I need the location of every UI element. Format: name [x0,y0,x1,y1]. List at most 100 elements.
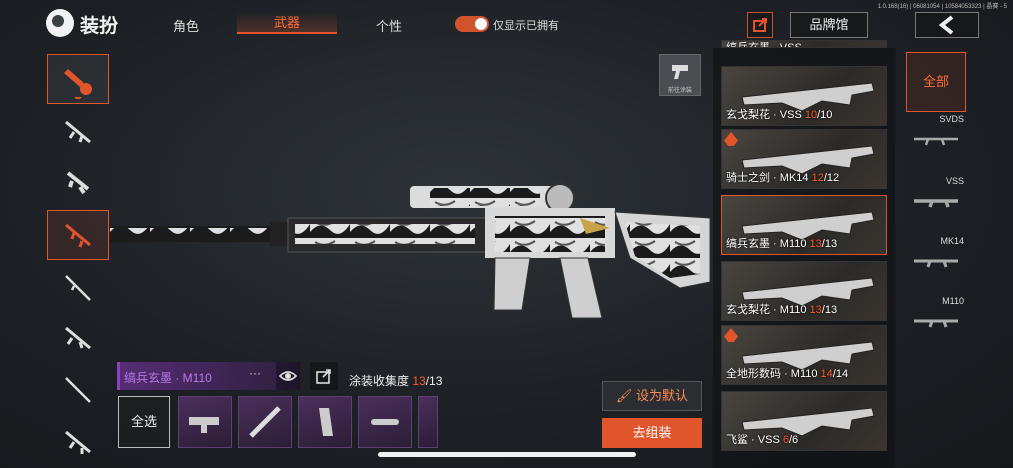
more-options-button[interactable]: ··· [249,366,261,380]
skin-card[interactable]: 骑士之剑 · MK14 12/12 [721,129,887,189]
barrel-part-icon [249,406,281,438]
lmg-icon [65,326,91,350]
globe-icon [46,9,74,37]
gun-favorite-icon [64,69,92,99]
collection-current: 13 [412,374,426,388]
skin-card-count: 14 [820,368,833,380]
svds-icon [914,137,958,146]
share-skin-button[interactable] [310,362,338,390]
skin-card[interactable]: 缟兵玄墨 · M110 13/13 [721,195,887,255]
skin-card-name: 玄戈梨花 · M110 [726,304,807,316]
skin-caption: 缟兵玄墨 · VSS [726,41,802,48]
rail-item-marksman-rifle[interactable] [47,210,109,260]
part-slot-more[interactable] [418,396,438,448]
share-button[interactable] [747,12,773,38]
mk14-icon [914,259,958,268]
skin-card-name: 缟兵玄墨 · M110 [726,238,807,250]
rail-item-smg[interactable] [47,158,109,208]
skin-card-total: /12 [823,172,840,184]
skin-caption: 玄戈梨花 · VSS 10/10 [726,106,832,122]
skin-card-count: 10 [804,109,818,121]
rail-item-favorite[interactable] [47,54,109,104]
preview-toggle-button[interactable] [276,362,300,390]
category-label: VSS [945,176,964,186]
category-label: MK14 [940,236,964,246]
weapon-preview [110,183,711,319]
skin-card-total: /6 [788,434,799,446]
rail-item-lmg[interactable] [47,313,109,363]
set-default-button[interactable]: 🖌 设为默认 [602,381,702,411]
category-mk14[interactable]: MK14 [906,236,966,296]
skin-card[interactable]: 全地形数码 · M110 14/14 [721,325,887,385]
rifle-icon [65,430,91,454]
collection-progress: 涂装收集度 13/13 [349,372,442,389]
share-icon [753,18,767,32]
part-slot-receiver[interactable] [178,396,232,448]
tab-personality[interactable]: 个性 [376,16,402,35]
skin-card-count: 13 [809,238,822,250]
category-svds[interactable]: SVDS [906,114,966,174]
skin-card-total: /13 [821,238,838,250]
skin-caption: 缟兵玄墨 · M110 13/13 [726,235,837,251]
tab-weapon[interactable]: 武器 [237,12,337,34]
skin-name: 缟兵玄墨 · M110 [124,371,212,385]
tab-character[interactable]: 角色 [173,16,199,35]
category-label: M110 [942,296,964,306]
skin-card-total: /10 [817,109,833,121]
owned-only-toggle[interactable] [455,16,489,32]
part-slot-magazine[interactable] [298,396,352,448]
skin-card-total: /13 [821,304,838,316]
owned-only-label: 仅显示已拥有 [493,20,559,32]
part-slot-scope[interactable] [358,396,412,448]
rail-item-assault-rifle[interactable] [47,107,109,157]
skin-card-count: 12 [811,172,824,184]
skin-caption: 全地形数码 · M110 14/14 [726,365,848,381]
select-all-button[interactable]: 全选 [118,396,170,448]
skin-caption: 玄戈梨花 · M110 13/13 [726,301,837,317]
skin-card-total: /14 [832,368,849,380]
page-title: 装扮 [80,16,119,37]
skin-card-name: 骑士之剑 · MK14 [726,172,809,184]
skin-card[interactable]: 玄戈梨花 · VSS 10/10 [721,66,887,126]
receiver-part-icon [189,417,219,433]
skin-caption: 飞鲨 · VSS 6/6 [726,431,798,447]
skin-caption: 骑士之剑 · MK14 12/12 [726,169,839,185]
category-vss[interactable]: VSS [906,176,966,236]
shotgun-icon [65,377,91,403]
category-all[interactable]: 全部 [906,52,966,112]
set-default-label: 设为默认 [636,388,689,403]
assault-rifle-icon [65,120,91,144]
version-text: 1.0.168(16) | 06081054 | 10584053323 | 晶… [877,4,1007,10]
skin-card[interactable]: 飞鲨 · VSS 6/6 [721,391,887,451]
go-coating-button[interactable]: 前往涂装 [659,54,701,96]
skin-card-count: 13 [809,304,822,316]
rail-item-pistol[interactable] [47,417,109,467]
marksman-rifle-icon [65,223,91,248]
category-label: SVDS [939,114,964,124]
category-m110[interactable]: M110 [906,296,966,356]
spray-gun-icon [672,65,688,79]
skin-card-name: 飞鲨 · VSS [726,434,780,446]
chevron-left-icon [938,15,954,35]
go-assemble-button[interactable]: 去组装 [602,418,702,448]
skin-card[interactable]: 缟兵玄墨 · VSS [721,40,887,48]
part-slot-barrel[interactable] [238,396,292,448]
brand-hall-button[interactable]: 品牌馆 [790,12,868,38]
share-icon [316,369,331,384]
back-button[interactable] [915,12,979,38]
skin-card-name: 全地形数码 · M110 [726,368,818,380]
rail-item-sniper[interactable] [47,263,109,313]
go-coating-label: 前往涂装 [667,88,692,94]
collection-total: /13 [425,374,443,388]
spray-icon: 🖌 [615,388,637,403]
skin-card[interactable]: 玄戈梨花 · M110 13/13 [721,261,887,321]
eye-icon [278,371,298,381]
vss-icon [914,199,958,208]
skin-card-name: 缟兵玄墨 · VSS [726,42,802,48]
smg-icon [66,171,90,195]
rail-item-shotgun[interactable] [47,365,109,415]
skin-card-name: 玄戈梨花 · VSS [726,109,802,121]
m110-icon [914,319,958,328]
collection-label: 涂装收集度 [349,374,410,388]
home-indicator [378,452,636,457]
